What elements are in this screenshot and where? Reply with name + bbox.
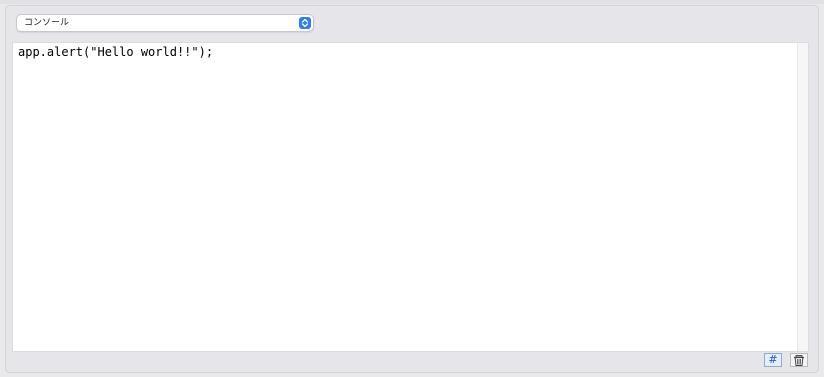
up-down-arrows-icon — [299, 17, 311, 29]
javascript-console-window: コンソール app.alert("Hello world!!"); # — [0, 0, 824, 377]
console-select[interactable]: コンソール — [16, 14, 314, 32]
code-editor[interactable]: app.alert("Hello world!!"); — [12, 42, 809, 352]
clear-console-button[interactable] — [790, 353, 808, 367]
code-line[interactable]: app.alert("Hello world!!"); — [18, 45, 213, 60]
hash-icon: # — [768, 353, 778, 366]
vertical-scrollbar[interactable] — [797, 43, 808, 351]
top-edge — [0, 0, 824, 4]
line-numbers-button[interactable]: # — [764, 353, 782, 367]
trash-icon — [793, 351, 805, 370]
code-area[interactable]: app.alert("Hello world!!"); — [13, 43, 798, 351]
console-select-value: コンソール — [24, 18, 70, 28]
